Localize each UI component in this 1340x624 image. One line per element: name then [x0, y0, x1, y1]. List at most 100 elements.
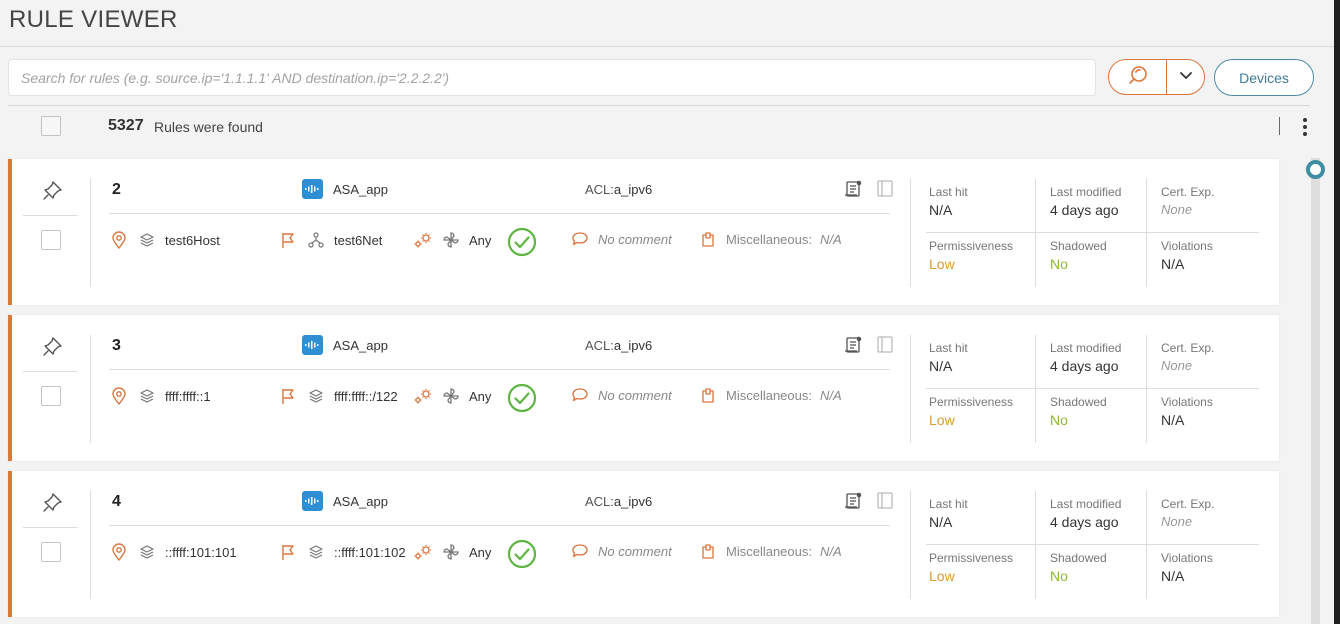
book-icon[interactable] [876, 179, 894, 198]
service-gears-icon [413, 386, 433, 406]
service-value: Any [469, 232, 492, 248]
rule-number: 2 [112, 181, 121, 198]
stat-last-modified: Last modified 4 days ago [1050, 185, 1160, 218]
stat-label: Last hit [929, 497, 968, 511]
rule-service[interactable]: Any [413, 384, 491, 408]
comment-link[interactable]: No comment [570, 385, 672, 405]
device-link[interactable]: ASA_app [302, 179, 388, 199]
device-name: ASA_app [333, 493, 388, 509]
rule-document-icon[interactable] [843, 335, 863, 355]
comment-value: No comment [598, 387, 672, 403]
device-link[interactable]: ASA_app [302, 335, 388, 355]
pin-icon[interactable] [42, 335, 64, 357]
stat-last-hit: Last hit N/A [929, 185, 1039, 218]
top-bar: RULE VIEWER [0, 0, 1340, 47]
divider [910, 491, 911, 599]
stat-last-modified: Last modified 4 days ago [1050, 497, 1160, 530]
layers-icon [137, 230, 157, 250]
source-value: ffff:ffff::1 [165, 388, 211, 404]
destination-value: ::ffff:101:102 [334, 544, 406, 560]
rule-source[interactable]: ffff:ffff::1 [109, 384, 211, 408]
rule-source[interactable]: test6Host [109, 228, 220, 252]
acl-label: ACL: [585, 182, 614, 197]
rule-document-icon[interactable] [843, 179, 863, 199]
service-value: Any [469, 544, 492, 560]
rule-card[interactable]: 2 ASA_app ACL:a_ipv6 test6Host test6Net … [8, 159, 1279, 305]
rule-service[interactable]: Any [413, 540, 491, 564]
page-title: RULE VIEWER [9, 6, 178, 33]
rule-destination[interactable]: test6Net [278, 228, 382, 252]
search-options-dropdown[interactable] [1167, 60, 1204, 94]
rule-document-icon[interactable] [843, 491, 863, 511]
service-value: Any [469, 388, 492, 404]
search-button[interactable] [1109, 60, 1167, 94]
rule-number: 3 [112, 337, 121, 354]
pin-icon[interactable] [42, 491, 64, 513]
comment-icon [570, 385, 590, 405]
cisco-device-icon [302, 335, 323, 355]
rule-card[interactable]: 3 ASA_app ACL:a_ipv6 ffff:ffff::1 ffff:f… [8, 315, 1279, 461]
rule-source[interactable]: ::ffff:101:101 [109, 540, 237, 564]
service-gears-icon [413, 230, 433, 250]
comment-link[interactable]: No comment [570, 229, 672, 249]
miscellaneous: Miscellaneous: N/A [698, 385, 842, 405]
search-button-group [1108, 59, 1205, 95]
scrollbar-thumb[interactable] [1306, 160, 1325, 179]
stat-value: 4 days ago [1050, 358, 1119, 374]
kebab-dot-icon [1303, 125, 1307, 129]
rule-select-checkbox[interactable] [41, 386, 61, 406]
acl: ACL:a_ipv6 [585, 182, 652, 197]
rule-number: 4 [112, 493, 121, 510]
device-link[interactable]: ASA_app [302, 491, 388, 511]
acl-name: a_ipv6 [613, 494, 653, 509]
stat-last-hit: Last hit N/A [929, 497, 1039, 530]
divider [90, 491, 91, 599]
rule-destination[interactable]: ffff:ffff::/122 [278, 384, 398, 408]
rule-destination[interactable]: ::ffff:101:102 [278, 540, 406, 564]
allow-check-icon [507, 539, 537, 569]
stat-violations: Violations N/A [1161, 239, 1271, 272]
network-icon [306, 230, 326, 250]
misc-label: Miscellaneous: [726, 231, 812, 247]
kebab-dot-icon [1303, 118, 1307, 122]
devices-button[interactable]: Devices [1214, 59, 1314, 96]
source-value: ::ffff:101:101 [165, 544, 237, 560]
stat-value: Low [929, 256, 955, 272]
stat-label: Permissiveness [929, 239, 1014, 253]
comment-link[interactable]: No comment [570, 541, 672, 561]
layers-icon [306, 542, 326, 562]
source-location-icon [109, 542, 129, 562]
select-all-checkbox[interactable] [41, 116, 61, 136]
application-any-icon [441, 230, 461, 250]
acl-label: ACL: [585, 494, 614, 509]
stat-label: Last modified [1050, 185, 1122, 199]
divider [109, 369, 890, 370]
rule-service[interactable]: Any [413, 228, 491, 252]
stat-value: Low [929, 412, 955, 428]
stat-value: N/A [1161, 568, 1185, 584]
rule-select-checkbox[interactable] [41, 542, 61, 562]
book-icon[interactable] [876, 335, 894, 354]
destination-value: test6Net [334, 232, 383, 248]
comment-icon [570, 229, 590, 249]
book-icon[interactable] [876, 491, 894, 510]
stat-last-modified: Last modified 4 days ago [1050, 341, 1160, 374]
stat-shadowed: Shadowed No [1050, 239, 1160, 272]
source-location-icon [109, 386, 129, 406]
stat-label: Cert. Exp. [1161, 185, 1215, 199]
comment-value: No comment [598, 231, 672, 247]
scrollbar-track[interactable] [1311, 158, 1320, 624]
stat-value: N/A [1161, 256, 1185, 272]
stat-label: Cert. Exp. [1161, 497, 1215, 511]
rule-select-checkbox[interactable] [41, 230, 61, 250]
destination-flag-icon [278, 542, 298, 562]
stat-label: Cert. Exp. [1161, 341, 1215, 355]
misc-value: N/A [820, 387, 842, 403]
rule-card[interactable]: 4 ASA_app ACL:a_ipv6::ffff:101:101::ff… [8, 471, 1279, 617]
pin-icon[interactable] [42, 179, 64, 201]
search-input[interactable] [8, 59, 1096, 96]
stat-value: 4 days ago [1050, 514, 1119, 530]
acl-label: ACL: [585, 338, 614, 353]
chevron-down-icon [1179, 68, 1193, 86]
more-options-button[interactable] [1300, 118, 1310, 138]
